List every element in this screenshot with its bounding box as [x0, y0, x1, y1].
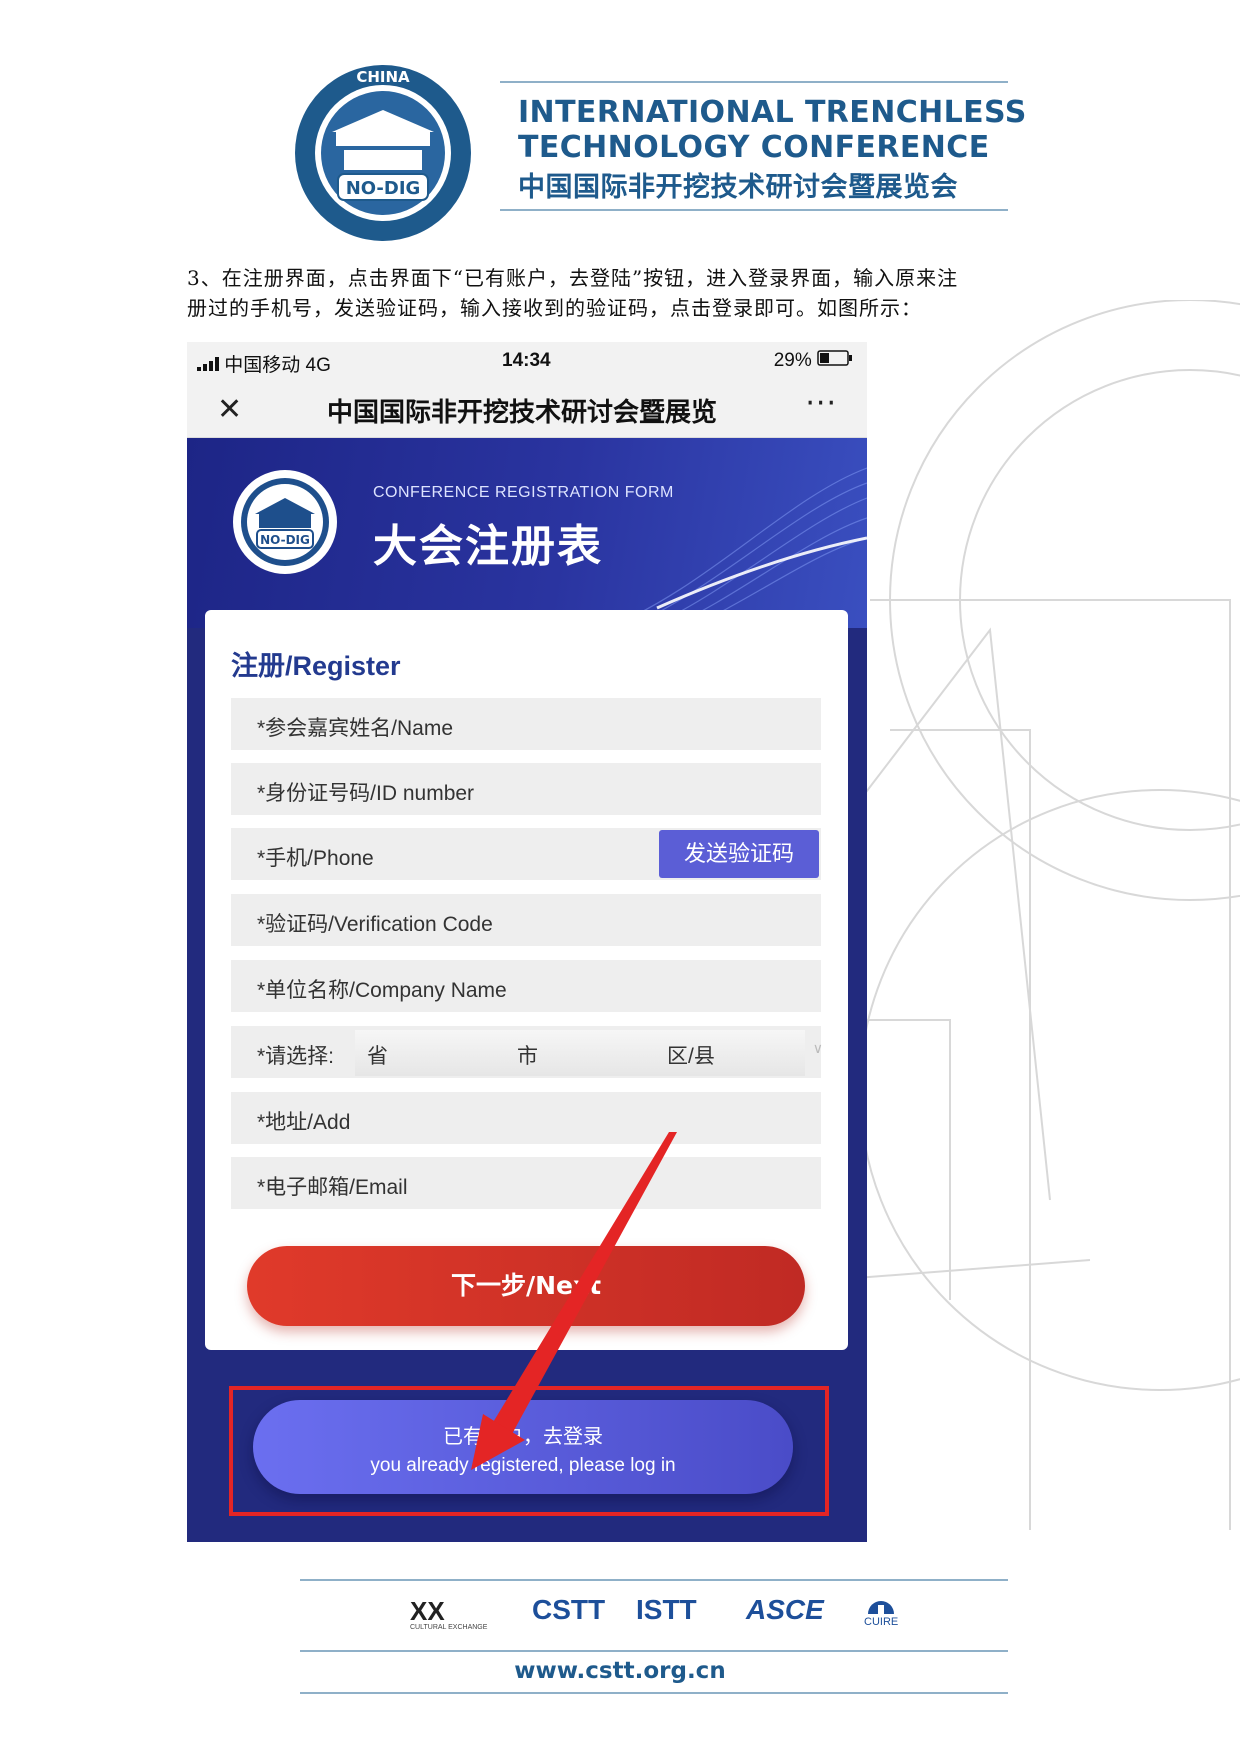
province-select[interactable]: 省 ∨ [355, 1030, 523, 1076]
signal-icon [197, 357, 219, 371]
district-value: 区/县 [667, 1045, 715, 1068]
company-input[interactable]: *单位名称/Company Name [231, 960, 821, 1012]
sponsor-istt-logo: ISTT [636, 1594, 697, 1625]
email-input[interactable]: *电子邮箱/Email [231, 1157, 821, 1209]
header-rule-bottom [500, 209, 1008, 211]
sponsor-cultural-exchange-sub: CULTURAL EXCHANGE [410, 1624, 488, 1631]
address-input[interactable]: *地址/Add [231, 1092, 821, 1144]
form-heading: 注册/Register [231, 651, 401, 681]
district-select[interactable]: 区/县 ∨ [655, 1030, 823, 1076]
footer-url[interactable]: www.cstt.org.cn [0, 1658, 1240, 1684]
next-step-button[interactable]: 下一步/Next [247, 1246, 805, 1326]
region-selector: *请选择: 省 ∨ 市 ∨ 区/县 ∨ [231, 1026, 823, 1078]
battery-percent: 29% [773, 350, 812, 371]
banner-title: 大会注册表 [373, 521, 603, 572]
carrier-label: 中国移动 4G [224, 355, 331, 376]
conference-title-line-1: INTERNATIONAL TRENCHLESS [518, 95, 1027, 130]
name-input[interactable]: *参会嘉宾姓名/Name [231, 698, 821, 750]
phone-input[interactable]: *手机/Phone 发送验证码 [231, 828, 821, 880]
banner-logo-badge: NO-DIG [260, 533, 310, 547]
status-bar: 中国移动 4G 14:34 29% [187, 342, 867, 378]
seal-badge: NO-DIG [346, 178, 421, 199]
webview-nav-bar: ✕ 中国国际非开挖技术研讨会暨展览 ··· [187, 378, 867, 438]
battery-icon [817, 350, 852, 366]
chevron-down-icon: ∨ [812, 1040, 823, 1056]
verification-code-input[interactable]: *验证码/Verification Code [231, 894, 821, 946]
instruction-line-1: 3、在注册界面，点击界面下“已有账户，去登陆”按钮，进入登录界面，输入原来注 [187, 266, 959, 290]
phone-placeholder: *手机/Phone [257, 847, 374, 870]
nav-title: 中国国际非开挖技术研讨会暨展览 [327, 398, 718, 428]
header-rule-top [500, 81, 1008, 83]
conference-title-line-2: TECHNOLOGY CONFERENCE [518, 130, 990, 165]
cuire-dome-icon [868, 1601, 894, 1614]
sponsor-cuire-logo: CUIRE [864, 1616, 899, 1628]
seal-text: CHINA [356, 68, 410, 86]
background-watermark [830, 300, 1240, 1530]
status-time: 14:34 [502, 350, 551, 371]
sponsor-cultural-exchange-logo: XX [410, 1596, 445, 1626]
battery-status: 29% [774, 350, 853, 372]
footer-rule-middle [300, 1650, 1008, 1652]
close-icon[interactable]: ✕ [217, 392, 242, 427]
phone-screenshot: 中国移动 4G 14:34 29% ✕ 中国国际非开挖技术研讨会暨展览 ··· [187, 342, 867, 1542]
login-highlight-box [229, 1386, 829, 1516]
sponsor-asce-logo: ASCE [746, 1594, 824, 1625]
more-icon[interactable]: ··· [805, 386, 837, 421]
region-label: *请选择: [257, 1045, 335, 1068]
sponsor-cstt-logo: CSTT [532, 1594, 606, 1625]
conference-seal-logo: CHINA NO-DIG [295, 65, 471, 241]
city-value: 市 [517, 1045, 538, 1068]
registration-banner: NO-DIG CONFERENCE REGISTRATION FORM 大会注册… [187, 438, 867, 628]
province-value: 省 [367, 1045, 388, 1068]
carrier-signal: 中国移动 4G [197, 350, 331, 377]
id-number-input[interactable]: *身份证号码/ID number [231, 763, 821, 815]
banner-subtitle: CONFERENCE REGISTRATION FORM [373, 484, 674, 501]
instruction-line-2: 册过的手机号，发送验证码，输入接收到的验证码，点击登录即可。如图所示： [187, 296, 922, 320]
send-code-button[interactable]: 发送验证码 [659, 830, 819, 878]
city-select[interactable]: 市 ∨ [505, 1030, 673, 1076]
register-form-card: 注册/Register *参会嘉宾姓名/Name *身份证号码/ID numbe… [205, 610, 848, 1350]
banner-seal-logo: NO-DIG [233, 470, 337, 574]
footer-rule-top [300, 1579, 1008, 1581]
footer-rule-bottom [300, 1692, 1008, 1694]
conference-title-chinese: 中国国际非开挖技术研讨会暨展览会 [518, 172, 958, 203]
